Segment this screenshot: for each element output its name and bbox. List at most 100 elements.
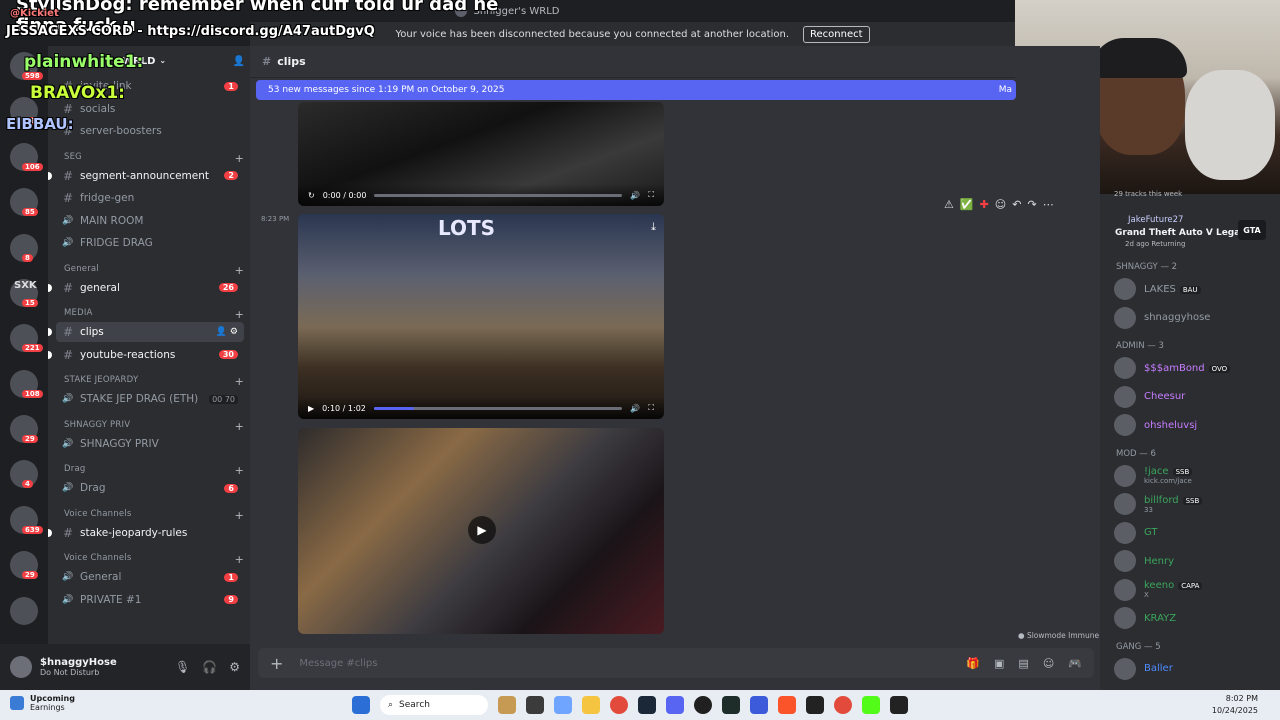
file-explorer-icon[interactable] [582,696,600,714]
fullscreen-icon[interactable]: ⛶ [648,403,654,413]
member-item[interactable]: KRAYZ [1114,607,1176,629]
add-channel-icon[interactable]: + [235,509,244,522]
channel-fridge-drag[interactable]: 🔊 FRIDGE DRAG [56,233,246,253]
channel-category[interactable]: MEDIA + [64,308,244,321]
channel-drag[interactable]: 🔊 Drag 6 [56,478,246,498]
more-icon[interactable]: ⋯ [1043,198,1054,211]
channel-private-1[interactable]: 🔊 PRIVATE #1 9 [56,590,246,610]
gear-icon[interactable]: ⚙ [229,660,240,674]
chrome-icon[interactable] [610,696,628,714]
add-channel-icon[interactable]: + [235,308,244,321]
task-view-icon[interactable] [526,696,544,714]
sticker-icon[interactable]: ▤ [1018,657,1028,670]
channel-server-boosters[interactable]: # server-boosters [56,121,246,141]
add-channel-icon[interactable]: + [235,375,244,388]
add-channel-icon[interactable]: + [235,464,244,477]
member-item[interactable]: LAKES BAU [1114,278,1201,300]
member-item[interactable]: ohsheluvsj [1114,414,1197,436]
system-clock[interactable]: 8:02 PM 10/24/2025 [1212,693,1258,717]
info-app-icon[interactable] [806,696,824,714]
channel-general[interactable]: # general 26 [56,278,246,298]
reaction-icon[interactable]: ✚ [980,198,989,211]
download-icon[interactable]: ⤓ [651,220,656,234]
channel-category[interactable]: General + [64,264,244,277]
channel-fridge-gen[interactable]: # fridge-gen [56,188,246,208]
play-icon[interactable]: ▶ [468,516,496,544]
fullscreen-icon[interactable]: ⛶ [648,190,654,200]
channel-segment-announcement[interactable]: # segment-announcement 2 [56,166,246,186]
pencil-app-icon[interactable] [498,696,516,714]
member-item[interactable]: Baller [1114,657,1173,680]
check-icon[interactable]: ✅ [960,198,974,211]
channel-shnaggy-priv[interactable]: 🔊 SHNAGGY PRIV [56,434,246,454]
volume-icon[interactable]: 🔊 [630,191,640,200]
app-icon[interactable] [722,696,740,714]
member-item[interactable]: Cheesur [1114,385,1185,408]
headphones-icon[interactable]: 🎧 [202,660,217,674]
add-channel-icon[interactable]: + [235,264,244,277]
video-attachment[interactable]: ▶ [298,428,664,634]
server-icon[interactable] [10,596,38,625]
copilot-icon[interactable] [554,696,572,714]
mark-as-read-text[interactable]: Ma [999,85,1012,95]
user-avatar[interactable] [10,656,32,678]
reply-icon[interactable]: ↶ [1012,198,1021,211]
discord-icon[interactable] [666,696,684,714]
chrome-icon[interactable] [834,696,852,714]
add-channel-icon[interactable]: + [235,152,244,165]
search-box[interactable]: ⌕ Search [380,695,488,715]
member-item[interactable]: shnaggyhose [1114,306,1210,329]
emoji-picker-icon[interactable]: ☺ [1043,657,1054,670]
message-composer[interactable]: + Message #clips 🎁 ▣ ▤ ☺ 🎮 [258,648,1094,678]
member-item[interactable]: keeno CAPA X [1114,578,1203,601]
channel-main-room[interactable]: 🔊 MAIN ROOM [56,211,246,231]
capture-app-icon[interactable] [890,696,908,714]
volume-icon[interactable]: 🔊 [630,404,640,413]
server-text-icon[interactable]: SXK [14,280,37,291]
channel-category[interactable]: STAKE JEOPARDY + [64,375,244,388]
brave-icon[interactable] [778,696,796,714]
channel-settings-icon[interactable]: 👤 ⚙ [216,327,238,337]
member-item[interactable]: GT [1114,521,1158,544]
channel-category[interactable]: Voice Channels + [64,509,244,522]
video-attachment[interactable]: LOTS ⤓ ▶ 0:10 / 1:02 🔊 ⛶ [298,214,664,419]
channel-category[interactable]: Voice Channels + [64,553,244,566]
member-item[interactable]: !jace SSB kick.com/jace [1114,464,1193,487]
activity-user[interactable]: JakeFuture27 [1128,215,1183,225]
reconnect-button[interactable]: Reconnect [803,25,870,43]
channel-stake-jep-drag-eth-[interactable]: 🔊 STAKE JEP DRAG (ETH) 00 70 [56,389,246,409]
member-item[interactable]: billford SSB 33 [1114,493,1203,515]
add-friend-icon[interactable]: 👤 [233,56,245,67]
video-progress[interactable] [374,193,623,197]
steam-icon[interactable] [638,696,656,714]
forward-icon[interactable]: ↷ [1027,198,1036,211]
message-input[interactable]: Message #clips [299,658,377,669]
emoji-icon[interactable]: ☺ [995,198,1006,211]
channel-youtube-reactions[interactable]: # youtube-reactions 30 [56,345,246,365]
channel-clips[interactable]: # clips 👤 ⚙ [56,322,244,342]
pause-icon[interactable]: ▶ [308,404,314,413]
channel-category[interactable]: Drag + [64,464,244,477]
kick-icon[interactable] [862,696,880,714]
new-messages-bar[interactable]: 53 new messages since 1:19 PM on October… [256,80,1016,100]
video-attachment[interactable]: ↻ 0:00 / 0:00 🔊 ⛶ [298,102,664,206]
channel-general[interactable]: 🔊 General 1 [56,567,246,587]
channel-stake-jeopardy-rules[interactable]: # stake-jeopardy-rules [56,523,246,543]
channel-category[interactable]: SEG + [64,152,244,165]
member-item[interactable]: Henry [1114,550,1174,572]
channel-category[interactable]: SHNAGGY PRIV + [64,420,244,433]
replay-icon[interactable]: ↻ [308,191,315,200]
member-item[interactable]: $$$amBond OVO [1114,357,1231,379]
start-icon[interactable] [352,696,370,714]
powershell-icon[interactable] [750,696,768,714]
gift-icon[interactable]: 🎁 [966,657,980,670]
video-progress[interactable] [373,406,623,410]
warning-icon[interactable]: ⚠ [944,198,954,211]
widgets-button[interactable]: Upcoming Earnings [10,694,75,712]
microphone-icon[interactable]: 🎙 [175,660,190,674]
obs-icon[interactable] [694,696,712,714]
add-channel-icon[interactable]: + [235,553,244,566]
add-attachment-icon[interactable]: + [270,654,283,673]
gif-icon[interactable]: ▣ [994,657,1004,670]
apps-icon[interactable]: 🎮 [1068,657,1082,670]
